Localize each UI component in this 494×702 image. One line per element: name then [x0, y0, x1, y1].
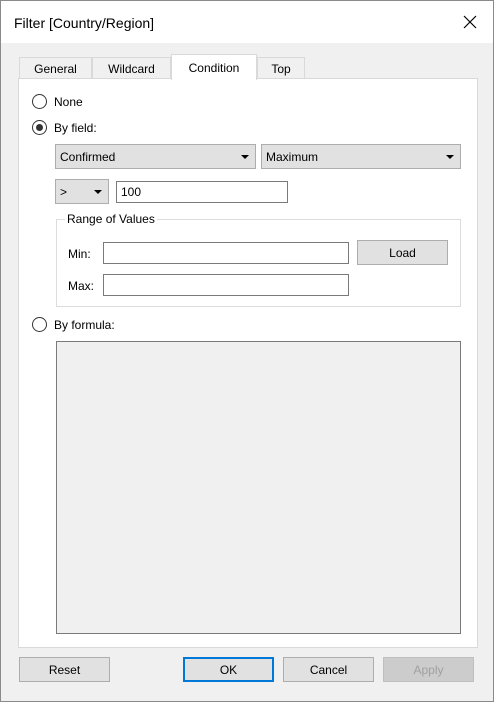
ok-button-label: OK	[219, 662, 238, 677]
apply-button-label: Apply	[413, 662, 444, 677]
tab-condition[interactable]: Condition	[171, 54, 257, 80]
field-select[interactable]: Confirmed	[55, 144, 256, 169]
max-input[interactable]	[103, 274, 349, 296]
none-radio[interactable]	[32, 94, 47, 109]
tab-label: Top	[271, 61, 291, 76]
formula-editor[interactable]	[56, 341, 461, 634]
load-button[interactable]: Load	[357, 240, 448, 265]
cancel-button-label: Cancel	[309, 662, 348, 677]
tab-label: General	[34, 61, 77, 76]
ok-button[interactable]: OK	[183, 657, 274, 682]
title-bar: Filter [Country/Region]	[1, 1, 493, 43]
chevron-down-icon	[94, 190, 102, 194]
dialog-title: Filter [Country/Region]	[14, 15, 155, 31]
by-formula-label: By formula:	[54, 318, 115, 332]
chevron-down-icon	[241, 155, 249, 159]
max-label: Max:	[68, 279, 95, 293]
filter-dialog: Filter [Country/Region] General Wildcard…	[0, 0, 494, 702]
aggregation-select[interactable]: Maximum	[261, 144, 461, 169]
tab-top[interactable]: Top	[257, 57, 305, 79]
min-label: Min:	[68, 247, 91, 261]
tab-wildcard[interactable]: Wildcard	[92, 57, 171, 79]
reset-button-label: Reset	[48, 662, 81, 677]
range-group-title: Range of Values	[65, 212, 157, 226]
none-label: None	[54, 95, 83, 109]
range-of-values-group: Range of Values Min: Load Max:	[56, 212, 461, 307]
by-field-radio[interactable]	[32, 120, 47, 135]
condition-panel: None By field: Confirmed Maximum > Range…	[18, 78, 478, 648]
field-select-value: Confirmed	[60, 149, 116, 164]
min-input[interactable]	[103, 242, 349, 264]
by-formula-radio[interactable]	[32, 317, 47, 332]
value-input[interactable]	[116, 181, 288, 203]
tab-label: Condition	[188, 60, 240, 75]
tab-label: Wildcard	[108, 61, 155, 76]
cancel-button[interactable]: Cancel	[283, 657, 374, 682]
load-button-label: Load	[389, 245, 416, 260]
chevron-down-icon	[446, 155, 454, 159]
apply-button[interactable]: Apply	[383, 657, 474, 682]
operator-select[interactable]: >	[55, 179, 109, 204]
reset-button[interactable]: Reset	[19, 657, 110, 682]
tab-general[interactable]: General	[19, 57, 92, 79]
close-button[interactable]	[447, 1, 493, 43]
aggregation-select-value: Maximum	[266, 149, 319, 164]
operator-select-value: >	[60, 184, 68, 199]
by-field-label: By field:	[54, 121, 97, 135]
close-icon	[463, 15, 477, 29]
